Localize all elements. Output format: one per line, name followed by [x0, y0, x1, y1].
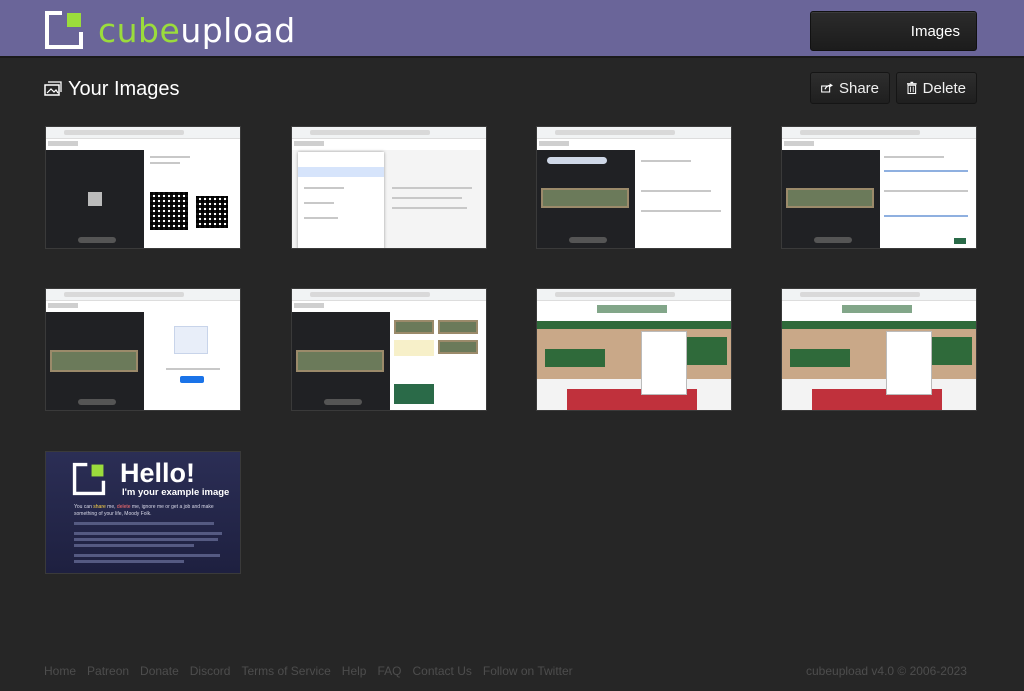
share-label: Share	[838, 79, 879, 97]
example-body-prefix: You can	[74, 504, 94, 510]
footer-link-faq[interactable]: FAQ	[377, 664, 401, 678]
page-title: Your Images	[44, 76, 180, 102]
image-thumbnail[interactable]	[781, 126, 977, 249]
footer-link-twitter[interactable]: Follow on Twitter	[483, 664, 573, 678]
logo-text-cube: cube	[98, 10, 181, 50]
image-thumbnail[interactable]	[536, 288, 732, 411]
footer-link-donate[interactable]: Donate	[140, 664, 179, 678]
delete-label: Delete	[922, 79, 966, 97]
example-body-share: share	[93, 504, 106, 510]
footer-link-terms[interactable]: Terms of Service	[241, 664, 330, 678]
delete-button[interactable]: Delete	[896, 72, 977, 104]
example-body-delete: delete	[116, 504, 131, 510]
example-body-mid: me,	[105, 504, 117, 510]
share-button[interactable]: Share	[810, 72, 890, 104]
image-thumbnail[interactable]	[291, 288, 487, 411]
image-thumbnail[interactable]	[45, 288, 241, 411]
example-body: You can share me, delete me, ignore me o…	[74, 504, 224, 518]
site-logo[interactable]: cubeupload	[44, 10, 296, 50]
images-nav-button[interactable]: Images	[810, 11, 977, 51]
cube-logo-icon	[72, 462, 106, 496]
trash-icon	[907, 81, 917, 95]
example-image-thumbnail[interactable]: Hello! I'm your example image You can sh…	[45, 451, 241, 574]
example-heading: Hello!	[120, 458, 196, 488]
image-thumbnail[interactable]	[781, 288, 977, 411]
cube-logo-icon	[45, 11, 83, 49]
page-title-text: Your Images	[68, 77, 180, 100]
logo-text: cubeupload	[98, 14, 296, 47]
share-icon	[821, 83, 833, 93]
image-thumbnail[interactable]	[45, 126, 241, 249]
footer-link-discord[interactable]: Discord	[190, 664, 231, 678]
example-subheading: I'm your example image	[122, 487, 230, 498]
image-stack-icon	[44, 81, 62, 96]
copyright-text: cubeupload v4.0 © 2006-2023	[806, 664, 967, 678]
footer-link-patreon[interactable]: Patreon	[87, 664, 129, 678]
footer-link-help[interactable]: Help	[342, 664, 367, 678]
footer-link-contact[interactable]: Contact Us	[413, 664, 472, 678]
footer-links: Home Patreon Donate Discord Terms of Ser…	[44, 664, 584, 678]
top-bar: cubeupload Images	[0, 0, 1024, 58]
footer-link-home[interactable]: Home	[44, 664, 76, 678]
image-thumbnail[interactable]	[291, 126, 487, 249]
image-thumbnail[interactable]	[536, 126, 732, 249]
logo-text-upload: upload	[180, 10, 296, 50]
